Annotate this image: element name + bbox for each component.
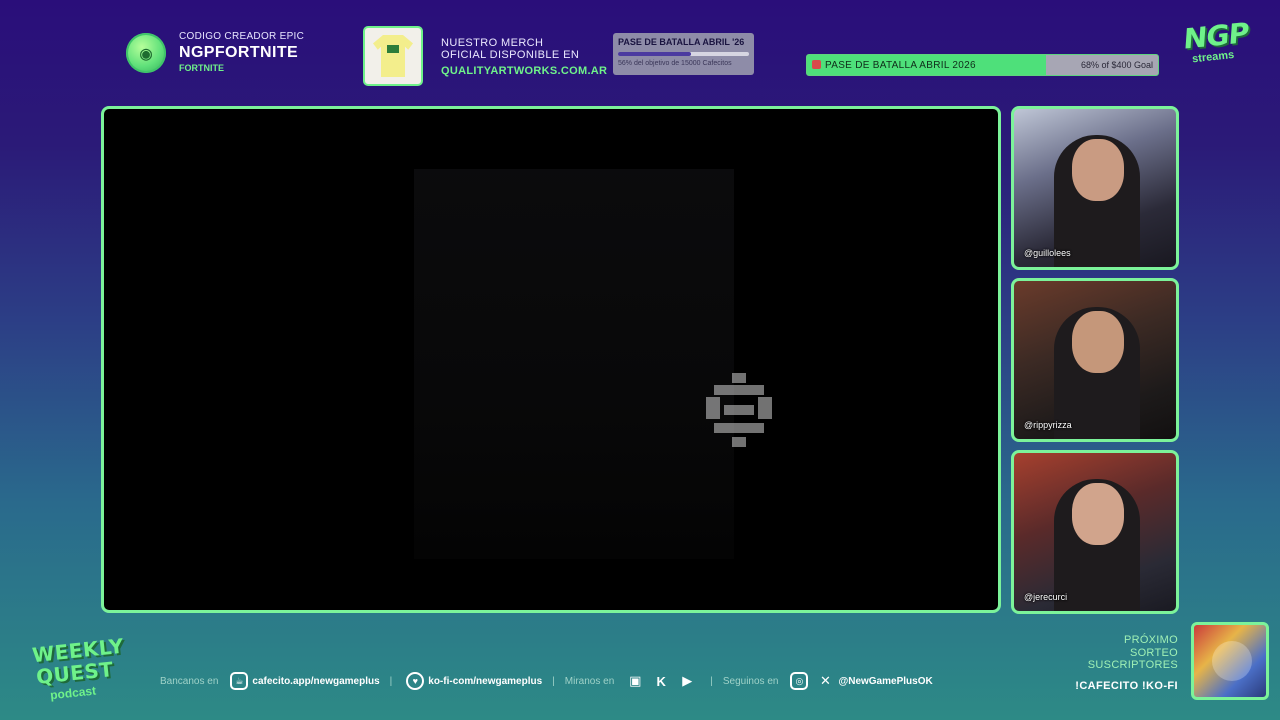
goal-big-title: PASE DE BATALLA ABRIL 2026 (825, 60, 976, 71)
cafecito-icon (812, 60, 821, 69)
cam-handle: @rippyrizza (1024, 420, 1072, 430)
giveaway-line2: SORTEO (1129, 646, 1178, 659)
bancanos-label: Bancanos en (160, 675, 219, 687)
creator-label: CODIGO CREADOR EPIC (179, 31, 305, 42)
kofi-link[interactable]: ko-fi-com/newgameplus (428, 676, 542, 687)
goal-big-amount: 68% of $400 Goal (1080, 60, 1153, 70)
social-handle[interactable]: @NewGamePlusOK (838, 676, 932, 687)
webcam-3: @jerecurci (1011, 450, 1179, 614)
merch-thumbnail (363, 26, 423, 86)
person-face (1072, 483, 1124, 545)
cam-handle: @guillolees (1024, 248, 1071, 258)
goal-small-title: PASE DE BATALLA ABRIL '26 (618, 37, 745, 47)
creator-game: FORTNITE (179, 63, 224, 73)
twitch-icon[interactable]: ▣ (626, 672, 644, 690)
merch-info: NUESTRO MERCH OFICIAL DISPONIBLE EN QUAL… (441, 37, 608, 78)
merch-url: QUALITYARTWORKS.COM.AR (441, 65, 608, 78)
epic-creator-code: ◉ CODIGO CREADOR EPIC NGPFORTNITE FORTNI… (126, 32, 304, 73)
goal-small-bar (618, 52, 749, 56)
divider: | (710, 675, 713, 687)
cafecito-icon: ☕ (230, 672, 249, 690)
merch-line2: OFICIAL DISPONIBLE EN (441, 48, 580, 61)
giveaway-line3: SUSCRIPTORES (1087, 659, 1178, 672)
goal-widget-small: PASE DE BATALLA ABRIL '26 56% del objeti… (613, 33, 754, 75)
goal-small-fill (618, 52, 692, 56)
person-face (1072, 139, 1124, 201)
goal-small-text: 56% del objetivo de 15000 Cafecitos (618, 60, 732, 67)
x-icon[interactable]: ✕ (816, 672, 834, 690)
social-links-bar: Bancanos en ☕ cafecito.app/newgameplus |… (160, 670, 933, 692)
divider: | (552, 675, 555, 687)
ngp-streams-logo: NGP streams (1182, 16, 1256, 74)
faded-logo-icon (706, 373, 772, 447)
goal-widget-big: PASE DE BATALLA ABRIL 2026 68% of $400 G… (806, 54, 1159, 76)
giveaway-info: PRÓXIMO SORTEO SUSCRIPTORES !CAFECITO !K… (1075, 634, 1178, 693)
person-face (1072, 311, 1124, 373)
weekly-quest-logo: WEEKLY QUEST podcast (31, 634, 132, 710)
cafecito-link[interactable]: cafecito.app/newgameplus (252, 676, 379, 687)
dim-scene (414, 169, 734, 559)
youtube-icon[interactable]: ▶ (678, 672, 696, 690)
creator-code: NGPFORTNITE (179, 44, 299, 61)
main-gameplay-screen (101, 106, 1001, 613)
seguinos-label: Seguinos en (722, 675, 779, 687)
divider: | (389, 675, 393, 687)
kofi-icon: ♥ (406, 672, 425, 690)
cam-handle: @jerecurci (1024, 592, 1068, 602)
miranos-label: Miranos en (564, 675, 615, 687)
giveaway-commands: !CAFECITO !KO-FI (1075, 679, 1178, 692)
webcam-2: @rippyrizza (1011, 278, 1179, 442)
webcam-1: @guillolees (1011, 106, 1179, 270)
kick-icon[interactable]: K (652, 672, 670, 690)
tshirt-icon (373, 35, 413, 77)
coin-icon: ◉ (126, 32, 166, 73)
giveaway-game-thumbnail (1191, 622, 1269, 700)
merch-line1: NUESTRO MERCH (441, 37, 544, 49)
giveaway-line1: PRÓXIMO (1123, 634, 1178, 646)
instagram-icon[interactable]: ◎ (790, 672, 809, 690)
game-art (1212, 641, 1252, 681)
